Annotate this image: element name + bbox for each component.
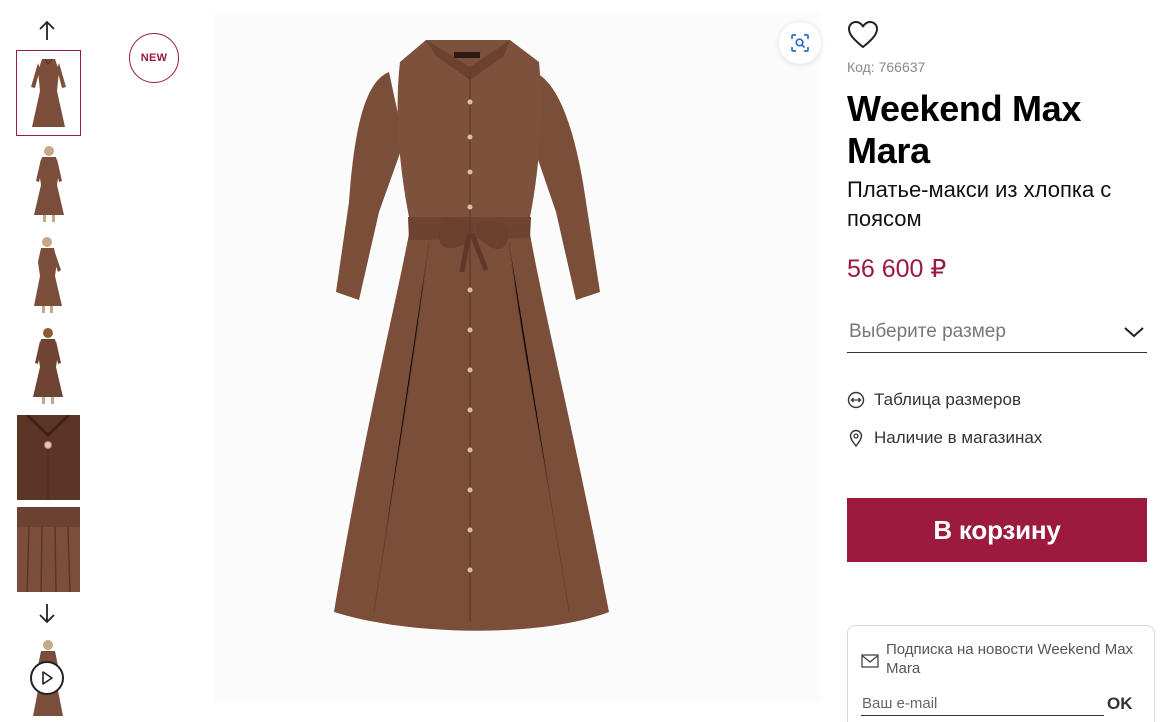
thumbnails-up-arrow[interactable] — [34, 18, 60, 44]
product-price: 56 600 ₽ — [847, 255, 947, 283]
arrow-down-icon — [39, 604, 55, 624]
thumbnail-6[interactable] — [17, 507, 80, 592]
mail-icon — [861, 654, 879, 668]
brand-title[interactable]: Weekend Max Mara — [847, 88, 1147, 172]
size-select[interactable]: Выберите размер — [847, 312, 1147, 353]
product-name: Платье-макси из хлопка с поясом — [847, 177, 1112, 231]
chevron-down-icon — [1124, 327, 1144, 338]
subscribe-text: Подписка на новости Weekend Max Mara — [886, 641, 1134, 677]
dress-thumbnail-image — [17, 51, 80, 135]
thumbnail-2[interactable] — [17, 141, 80, 226]
location-pin-icon — [849, 429, 863, 447]
zoom-scan-icon — [791, 34, 809, 52]
store-availability-label: Наличие в магазинах — [874, 428, 1043, 447]
model-back-thumbnail-image — [17, 323, 80, 408]
store-availability-link[interactable]: Наличие в магазинах — [847, 428, 1042, 448]
size-select-label: Выберите размер — [849, 321, 1006, 342]
favorite-button[interactable] — [847, 20, 879, 50]
pleats-detail-thumbnail-image — [17, 507, 80, 592]
subscribe-box: Подписка на новости Weekend Max Mara OK — [847, 625, 1155, 722]
thumbnail-5[interactable] — [17, 415, 80, 500]
heart-icon — [848, 21, 878, 48]
main-product-image[interactable] — [214, 12, 821, 702]
model-thumbnail-image — [17, 141, 80, 226]
collar-detail-thumbnail-image — [17, 415, 80, 500]
thumbnail-4[interactable] — [17, 323, 80, 408]
subscribe-ok-button[interactable]: OK — [1107, 694, 1133, 714]
dress-main-image — [214, 12, 821, 702]
add-to-cart-button[interactable]: В корзину — [847, 498, 1147, 562]
zoom-button[interactable] — [779, 22, 821, 64]
new-badge: NEW — [129, 33, 179, 83]
size-table-label: Таблица размеров — [874, 390, 1021, 409]
thumbnail-1[interactable] — [16, 50, 81, 136]
size-table-link[interactable]: Таблица размеров — [847, 390, 1021, 410]
thumbnails-down-arrow[interactable] — [34, 600, 60, 626]
size-table-icon — [847, 391, 865, 409]
email-input[interactable] — [861, 692, 1104, 716]
thumbnail-3[interactable] — [17, 232, 80, 317]
video-play-button[interactable] — [30, 661, 64, 695]
model-side-thumbnail-image — [17, 232, 80, 317]
play-icon — [42, 671, 53, 685]
product-code: Код: 766637 — [847, 59, 926, 75]
arrow-up-icon — [39, 20, 55, 40]
